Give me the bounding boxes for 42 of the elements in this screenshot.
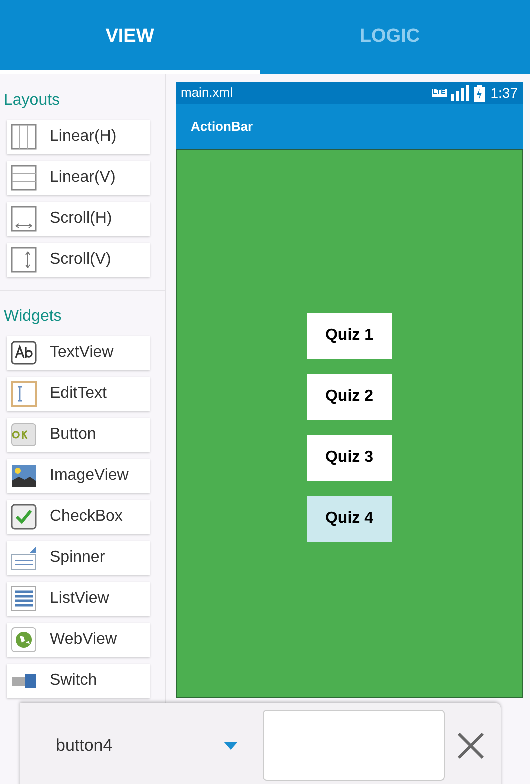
palette-item[interactable]: Scroll(H) bbox=[7, 202, 150, 236]
dropdown-icon bbox=[11, 545, 37, 571]
list-icon bbox=[11, 586, 37, 612]
section-title: Widgets bbox=[3, 307, 63, 327]
palette-item[interactable]: WebView bbox=[7, 623, 150, 657]
ok-button-icon bbox=[11, 422, 37, 448]
columns-icon bbox=[11, 124, 37, 150]
palette-item[interactable]: TextView bbox=[7, 336, 150, 370]
quiz-button[interactable]: Quiz 1 bbox=[307, 313, 392, 359]
vertical-scroll-icon bbox=[11, 247, 37, 273]
section-title: Layouts bbox=[3, 91, 62, 111]
palette-item[interactable]: ListView bbox=[7, 582, 150, 616]
palette-item[interactable]: EditText bbox=[7, 377, 150, 411]
widget-dropdown[interactable]: button4 bbox=[20, 710, 250, 782]
quiz-button[interactable]: Quiz 4 bbox=[307, 496, 392, 542]
input-field[interactable] bbox=[263, 710, 445, 781]
text-field-icon bbox=[11, 381, 37, 407]
rows-icon bbox=[11, 165, 37, 191]
battery-icon bbox=[474, 84, 485, 102]
globe-icon bbox=[11, 627, 37, 653]
palette-item[interactable]: Button bbox=[7, 418, 150, 452]
caret-icon bbox=[224, 742, 238, 750]
palette-item[interactable]: Switch bbox=[7, 664, 150, 698]
image-icon bbox=[11, 463, 37, 489]
signal-icon bbox=[450, 85, 470, 101]
palette-item[interactable]: Linear(H) bbox=[7, 120, 150, 154]
close-button[interactable] bbox=[455, 730, 487, 762]
checkbox-icon bbox=[11, 504, 37, 530]
quiz-button[interactable]: Quiz 3 bbox=[307, 435, 392, 481]
clock: 1:37 bbox=[490, 84, 518, 102]
palette-item[interactable]: Linear(V) bbox=[7, 161, 150, 195]
palette-item[interactable]: Spinner bbox=[7, 541, 150, 575]
text-icon bbox=[11, 340, 37, 366]
close-icon bbox=[457, 732, 485, 760]
tab[interactable]: VIEW bbox=[0, 0, 260, 74]
file-name: main.xml bbox=[181, 84, 234, 102]
palette-item[interactable]: CheckBox bbox=[7, 500, 150, 534]
action-bar: ActionBar bbox=[176, 104, 523, 150]
palette-item[interactable]: Scroll(V) bbox=[7, 243, 150, 277]
quiz-button[interactable]: Quiz 2 bbox=[307, 374, 392, 420]
horizontal-scroll-icon bbox=[11, 206, 37, 232]
palette-item[interactable]: ImageView bbox=[7, 459, 150, 493]
